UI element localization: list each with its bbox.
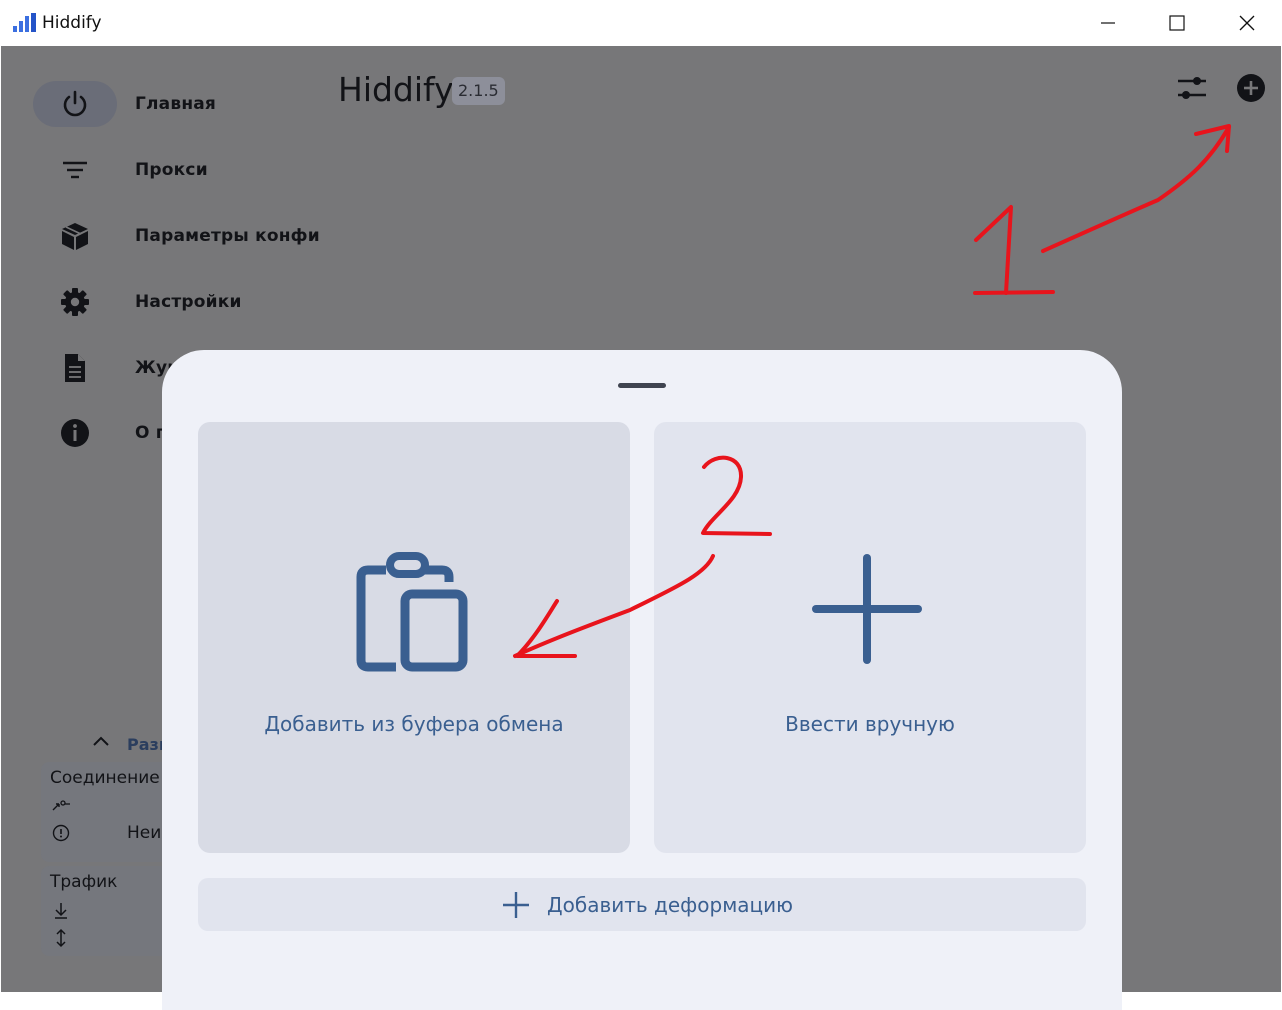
- plus-icon: [503, 892, 529, 918]
- clipboard-label: Добавить из буфера обмена: [264, 712, 564, 736]
- manual-entry-label: Ввести вручную: [785, 712, 955, 736]
- minimize-button[interactable]: [1086, 8, 1130, 38]
- info-icon: [61, 419, 89, 447]
- connection-title: Соединение: [50, 768, 160, 788]
- gear-icon: [61, 288, 89, 316]
- maximize-button[interactable]: [1154, 8, 1198, 38]
- document-icon: [65, 354, 85, 382]
- manual-entry-button[interactable]: Ввести вручную: [654, 422, 1086, 853]
- nav-item-settings[interactable]: Настройки: [33, 279, 333, 325]
- hiddify-logo-icon: [13, 13, 36, 32]
- nav-icon-wrap: [33, 147, 117, 193]
- close-icon: [1239, 15, 1255, 31]
- add-from-clipboard-button[interactable]: Добавить из буфера обмена: [198, 422, 630, 853]
- nav-item-home[interactable]: Главная: [33, 81, 333, 127]
- power-icon: [63, 90, 87, 117]
- close-window-button[interactable]: [1225, 8, 1269, 38]
- traffic-title: Трафик: [50, 872, 118, 892]
- add-warp-button[interactable]: Добавить деформацию: [198, 878, 1086, 931]
- minimize-icon: [1101, 22, 1115, 24]
- tune-sliders-icon[interactable]: [1174, 72, 1210, 104]
- nav-icon-wrap: [33, 279, 117, 325]
- plus-icon: [812, 554, 922, 664]
- nav-icon-wrap: [33, 345, 117, 391]
- app-title: Hiddify: [338, 70, 454, 109]
- version-badge: 2.1.5: [452, 77, 505, 105]
- window-titlebar: Hiddify: [0, 0, 1282, 46]
- nav-item-proxies[interactable]: Прокси: [33, 147, 333, 193]
- nav-label-proxies: Прокси: [135, 160, 208, 180]
- up-down-arrow-icon: [56, 928, 66, 948]
- cube-icon: [62, 223, 88, 250]
- warning-circle-icon: [52, 824, 70, 842]
- download-arrow-icon: [55, 903, 67, 919]
- chevron-up-icon[interactable]: [91, 734, 111, 748]
- add-warp-label: Добавить деформацию: [547, 893, 793, 917]
- drag-handle[interactable]: [618, 383, 666, 388]
- nav-icon-wrap: [33, 213, 117, 259]
- nav-label-home: Главная: [135, 94, 217, 114]
- add-profile-icon[interactable]: [1235, 72, 1267, 104]
- filter-list-icon: [63, 161, 87, 179]
- maximize-icon: [1169, 15, 1185, 31]
- nav-icon-wrap: [33, 81, 117, 127]
- nav-item-config-options[interactable]: Параметры конфи: [33, 213, 333, 259]
- nav-icon-wrap: [33, 410, 117, 456]
- clipboard-icon: [356, 552, 468, 672]
- add-profile-sheet: Добавить из буфера обмена Ввести вручную…: [162, 350, 1122, 1010]
- nav-label-config-options: Параметры конфи: [135, 226, 320, 246]
- window-title: Hiddify: [42, 13, 102, 33]
- nav-label-settings: Настройки: [135, 292, 242, 312]
- swap-arrows-icon: [52, 800, 70, 811]
